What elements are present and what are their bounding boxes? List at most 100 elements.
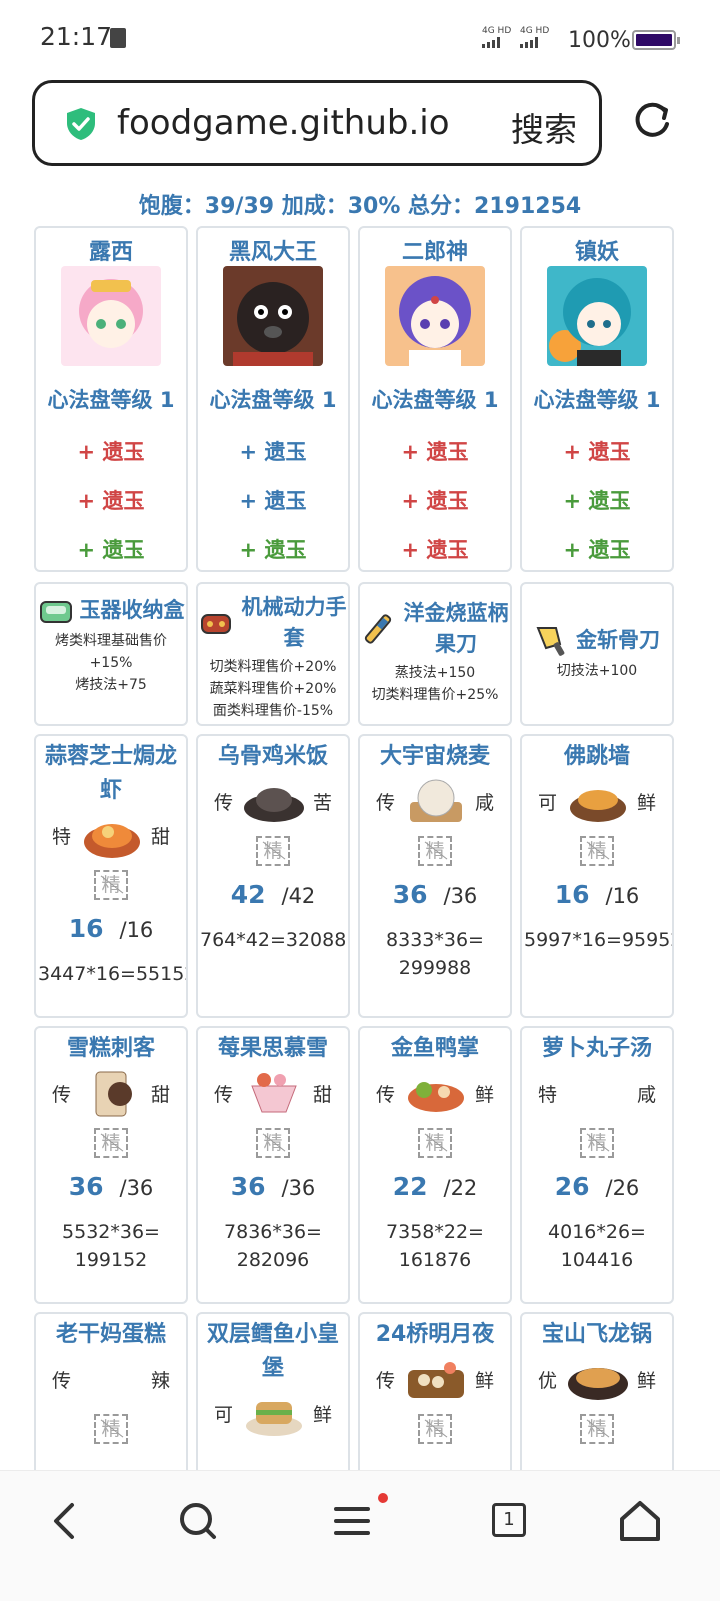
refine-seal[interactable]: 精 [256, 1128, 290, 1158]
search-button[interactable]: 搜索 [511, 103, 577, 151]
recipe-count[interactable]: 16 [69, 914, 104, 943]
recipe-card[interactable]: 佛跳墙 可 鲜 精 16/16 5997*16=95952 [520, 734, 674, 1018]
recipe-card[interactable]: 雪糕刺客 传 甜 精 36/36 5532*36= 199152 [34, 1026, 188, 1304]
equipment-effect: 面类料理售价-15% [212, 703, 334, 719]
character-name: 镇妖 [574, 240, 619, 265]
recipe-name: 乌骨鸡米饭 [217, 744, 328, 769]
relic-slot[interactable]: + 遗玉 [36, 428, 186, 477]
relic-slot[interactable]: + 遗玉 [522, 526, 672, 575]
refine-seal[interactable]: 精 [94, 1414, 128, 1444]
relic-slot[interactable]: + 遗玉 [522, 428, 672, 477]
recipe-name: 双层鳕鱼小皇堡 [206, 1322, 339, 1381]
recipe-flavor: 苦 [312, 792, 332, 814]
recipe-card[interactable]: 金鱼鸭掌 传 鲜 精 22/22 7358*22= 161876 [358, 1026, 512, 1304]
recipe-card[interactable]: 大宇宙烧麦 传 咸 精 36/36 8333*36= 299988 [358, 734, 512, 1018]
character-card[interactable]: 二郎神 心法盘等级 1 + 遗玉 + 遗玉 + 遗玉 [358, 226, 512, 572]
recipe-max: /22 [443, 1176, 478, 1200]
refine-seal[interactable]: 精 [580, 836, 614, 866]
equipment-card[interactable]: 洋金烧蓝柄果刀 蒸技法+150 切类料理售价+25% [358, 582, 512, 726]
character-portrait [61, 266, 161, 366]
equipment-name: 机械动力手套 [241, 595, 347, 650]
recipe-name: 大宇宙烧麦 [379, 744, 490, 769]
recipe-rarity: 传 [376, 1370, 396, 1392]
score-summary: 饱腹：39/39 加成：30% 总分：2191254 [138, 194, 582, 219]
relic-slot[interactable]: + 遗玉 [198, 526, 348, 575]
equipment-card[interactable]: 机械动力手套 切类料理售价+20% 蔬菜料理售价+20% 面类料理售价-15% [196, 582, 350, 726]
recipe-max: /16 [605, 884, 640, 908]
recipe-card[interactable]: 老干妈蛋糕 传 辣 精 [34, 1312, 188, 1482]
heart-level: 心法盘等级 1 [371, 388, 499, 412]
relic-slot[interactable]: + 遗玉 [198, 477, 348, 526]
equipment-card[interactable]: 玉器收纳盒 烤类料理基础售价 +15% 烤技法+75 [34, 582, 188, 726]
recipe-card[interactable]: 24桥明月夜 传 鲜 精 [358, 1312, 512, 1482]
recipe-name: 莓果思慕雪 [217, 1036, 328, 1061]
relic-slot[interactable]: + 遗玉 [36, 526, 186, 575]
equipment-effect: 烤类料理基础售价 [55, 633, 167, 649]
lobster-dish-icon [84, 824, 140, 858]
character-card[interactable]: 镇妖 心法盘等级 1 + 遗玉 + 遗玉 + 遗玉 [520, 226, 674, 572]
heart-level: 心法盘等级 1 [47, 388, 175, 412]
recipe-calc: 4016*26= 104416 [548, 1221, 646, 1271]
search-icon[interactable] [174, 1497, 222, 1545]
recipe-max: /16 [119, 918, 154, 942]
menu-icon[interactable] [328, 1497, 376, 1545]
recipe-flavor: 鲜 [474, 1370, 494, 1392]
recipe-count[interactable]: 36 [69, 1172, 104, 1201]
recipe-count[interactable]: 36 [231, 1172, 266, 1201]
recipe-calc: 8333*36= 299988 [386, 929, 484, 979]
recipe-rarity: 可 [538, 792, 558, 814]
recipe-count[interactable]: 22 [393, 1172, 428, 1201]
relic-slot[interactable]: + 遗玉 [360, 526, 510, 575]
notification-icon [110, 28, 126, 48]
equipment-name: 玉器收纳盒 [79, 597, 185, 622]
url-text[interactable]: foodgame.github.io [117, 103, 450, 143]
refine-seal[interactable]: 精 [256, 836, 290, 866]
fruit-knife-icon [364, 614, 392, 644]
browser-bottom-bar: 1 [0, 1470, 720, 1601]
recipe-grid: 老干妈蛋糕 传 辣 精 双层鳕鱼小皇堡 可 鲜 24桥明月夜 传 鲜 精 宝山飞… [34, 1312, 684, 1482]
recipe-flavor: 鲜 [636, 792, 656, 814]
shaomai-dish-icon [410, 779, 462, 822]
relic-slot[interactable]: + 遗玉 [522, 477, 672, 526]
equipment-effect: 切技法+100 [556, 663, 638, 679]
refine-seal[interactable]: 精 [94, 870, 128, 900]
recipe-max: /36 [281, 1176, 316, 1200]
refine-seal[interactable]: 精 [580, 1414, 614, 1444]
equipment-card[interactable]: 金斩骨刀 切技法+100 [520, 582, 674, 726]
character-card[interactable]: 黑风大王 心法盘等级 1 + 遗玉 + 遗玉 + 遗玉 [196, 226, 350, 572]
recipe-count[interactable]: 42 [231, 880, 266, 909]
character-card[interactable]: 露西 心法盘等级 1 + 遗玉 + 遗玉 + 遗玉 [34, 226, 188, 572]
recipe-name: 宝山飞龙锅 [541, 1322, 652, 1347]
recipe-rarity: 传 [52, 1084, 72, 1106]
refine-seal[interactable]: 精 [418, 1128, 452, 1158]
recipe-flavor: 甜 [312, 1084, 332, 1106]
status-bar: 21:17 4G HD 4G HD 100% [0, 0, 720, 80]
reload-icon[interactable] [630, 100, 674, 144]
refine-seal[interactable]: 精 [580, 1128, 614, 1158]
recipe-count[interactable]: 16 [555, 880, 590, 909]
refine-seal[interactable]: 精 [94, 1128, 128, 1158]
recipe-rarity: 优 [538, 1370, 558, 1392]
relic-slot[interactable]: + 遗玉 [198, 428, 348, 477]
recipe-flavor: 甜 [150, 826, 170, 848]
tabs-button[interactable]: 1 [492, 1503, 526, 1537]
recipe-card[interactable]: 双层鳕鱼小皇堡 可 鲜 [196, 1312, 350, 1482]
relic-slot[interactable]: + 遗玉 [360, 428, 510, 477]
recipe-name: 萝卜丸子汤 [541, 1036, 652, 1061]
refine-seal[interactable]: 精 [418, 1414, 452, 1444]
address-bar[interactable]: foodgame.github.io 搜索 [32, 80, 602, 166]
recipe-card[interactable]: 宝山飞龙锅 优 鲜 精 [520, 1312, 674, 1482]
recipe-card[interactable]: 蒜蓉芝士焗龙虾 特 甜 精 16/16 3447*16=55152 [34, 734, 188, 1018]
home-icon[interactable] [616, 1497, 664, 1545]
recipe-card[interactable]: 萝卜丸子汤 特 咸 精 26/26 4016*26= 104416 [520, 1026, 674, 1304]
relic-slot[interactable]: + 遗玉 [360, 477, 510, 526]
refine-seal[interactable]: 精 [418, 836, 452, 866]
equipment-effect: +15% [89, 655, 133, 671]
recipe-count[interactable]: 26 [555, 1172, 590, 1201]
recipe-flavor: 鲜 [312, 1404, 332, 1426]
recipe-card[interactable]: 乌骨鸡米饭 传 苦 精 42/42 764*42=32088 [196, 734, 350, 1018]
recipe-card[interactable]: 莓果思慕雪 传 甜 精 36/36 7836*36= 282096 [196, 1026, 350, 1304]
relic-slot[interactable]: + 遗玉 [36, 477, 186, 526]
recipe-count[interactable]: 36 [393, 880, 428, 909]
back-icon[interactable] [42, 1497, 90, 1545]
